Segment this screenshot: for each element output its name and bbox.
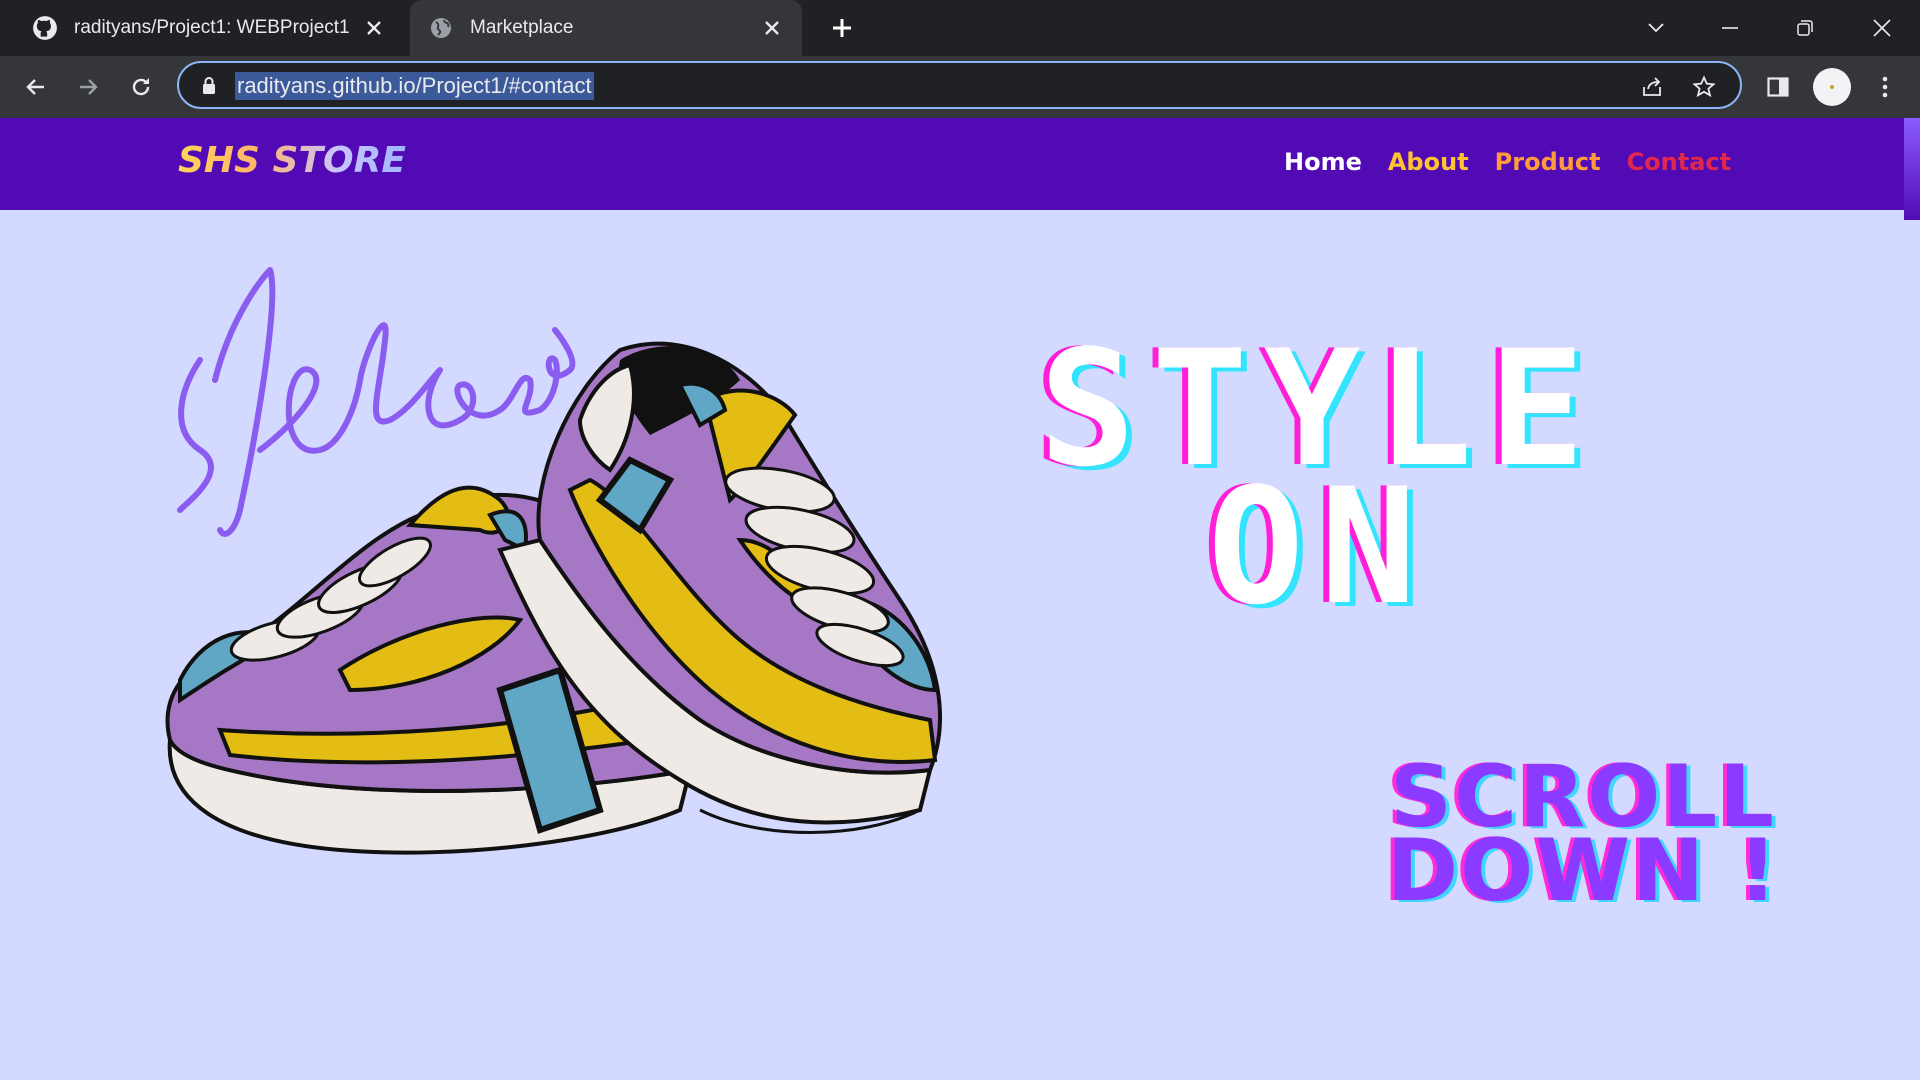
tab-search-icon[interactable] (1636, 8, 1676, 48)
scroll-down-line2: DOWN ! (1386, 821, 1780, 921)
tab-marketplace[interactable]: Marketplace (410, 0, 802, 56)
nav-link-about[interactable]: About (1388, 148, 1469, 176)
tab-title: Marketplace (470, 17, 574, 38)
address-bar[interactable]: radityans.github.io/Project1/#contact (177, 61, 1742, 109)
nav-link-contact[interactable]: Contact (1627, 148, 1732, 176)
forward-button[interactable] (69, 68, 107, 106)
profile-avatar[interactable] (1813, 68, 1851, 106)
side-panel-icon[interactable] (1759, 68, 1797, 106)
restore-icon[interactable] (1785, 8, 1825, 48)
hero-headline: STYLE ON (960, 329, 1680, 627)
nav-link-product[interactable]: Product (1495, 148, 1601, 176)
globe-icon (428, 15, 454, 41)
site-brand-logo[interactable]: SHS STORE (178, 140, 406, 181)
sneakers-illustration (165, 341, 942, 855)
page-scrollbar[interactable] (1904, 118, 1920, 1080)
close-window-icon[interactable] (1862, 8, 1902, 48)
tab-title: radityans/Project1: WEBProject1 (74, 17, 350, 38)
scroll-down-prompt: SCROLL DOWN ! (1378, 754, 1788, 921)
page-scrollbar-thumb[interactable] (1904, 118, 1920, 220)
nav-link-home[interactable]: Home (1284, 148, 1362, 176)
tab-github[interactable]: radityans/Project1: WEBProject1 (0, 0, 404, 56)
close-tab-icon[interactable] (360, 14, 388, 42)
bookmark-star-icon[interactable] (1689, 72, 1719, 102)
reload-button[interactable] (122, 68, 160, 106)
url-text[interactable]: radityans.github.io/Project1/#contact (235, 72, 594, 100)
site-nav-links: Home About Product Contact (1284, 148, 1731, 176)
more-menu-icon[interactable] (1866, 68, 1904, 106)
minimize-icon[interactable] (1710, 8, 1750, 48)
browser-tab-strip: radityans/Project1: WEBProject1 Marketpl… (0, 0, 1920, 56)
site-navbar: SHS STORE Home About Product Contact (0, 118, 1904, 210)
github-icon (32, 15, 58, 41)
lock-icon[interactable] (201, 76, 217, 101)
new-tab-button[interactable] (826, 12, 858, 44)
browser-toolbar: radityans.github.io/Project1/#contact (0, 56, 1920, 118)
share-icon[interactable] (1637, 72, 1667, 102)
close-tab-icon[interactable] (758, 14, 786, 42)
back-button[interactable] (17, 68, 55, 106)
